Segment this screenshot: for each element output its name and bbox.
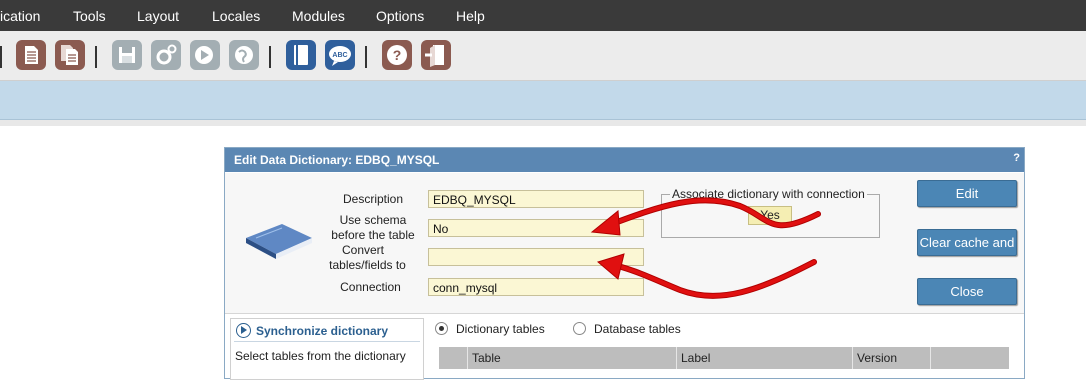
arrow-to-convert — [596, 253, 817, 299]
annotation-arrows — [590, 197, 821, 299]
arrow-to-use-schema — [590, 197, 821, 236]
